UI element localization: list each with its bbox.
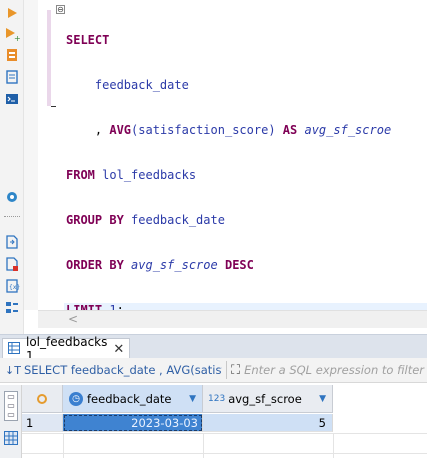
column-name: feedback_date — [87, 391, 172, 406]
editor-toolbar: + {x} — [0, 0, 24, 336]
sql-icon: ↓T — [5, 363, 21, 377]
filter-bar: ↓T SELECT feedback_date , AVG(satisfac ⛶… — [0, 358, 427, 383]
grid-line — [63, 433, 64, 458]
grid-icon — [8, 341, 20, 357]
row-number[interactable]: 1 — [22, 414, 63, 432]
sql-editor[interactable]: SELECT feedback_date , AVG(satisfaction_… — [64, 0, 427, 318]
filter-input[interactable]: Enter a SQL expression to filter results… — [240, 363, 427, 377]
new-script-icon[interactable] — [3, 255, 21, 273]
query-text-button[interactable]: ↓T SELECT feedback_date , AVG(satisfac — [0, 363, 222, 377]
date-type-icon: ◷ — [69, 391, 83, 406]
alias-ref: avg_sf_scroe — [304, 123, 392, 137]
grid-side-panel: ▭ ▭ ▭ — [0, 385, 22, 458]
table-cell-feedback-date[interactable]: 2023-03-03 — [63, 414, 203, 432]
keyword-from: FROM — [66, 168, 95, 182]
row-marker-icon — [37, 393, 47, 404]
execute-icon[interactable] — [3, 4, 21, 22]
keyword-select: SELECT — [66, 33, 110, 47]
text-view-icon[interactable]: ▭ ▭ ▭ — [4, 391, 18, 421]
column-ref: feedback_date — [94, 78, 189, 92]
grid-view-icon[interactable] — [4, 431, 18, 448]
column-header-feedback-date[interactable]: ◷ feedback_date ▼ — [63, 385, 203, 413]
console-icon[interactable] — [3, 90, 21, 108]
grid-line — [333, 433, 334, 458]
editor-horizontal-scrollbar[interactable]: < — [38, 310, 427, 328]
query-text: SELECT feedback_date , AVG(satisfac — [23, 363, 222, 377]
settings-icon[interactable] — [3, 188, 21, 206]
column-header-avg-sf-scroe[interactable]: 123 avg_sf_scroe ▼ — [203, 385, 333, 413]
function-arg: (satisfaction_score) — [131, 123, 276, 137]
results-tab-bar: lol_feedbacks 1 ✕ — [0, 334, 427, 363]
close-icon[interactable]: ✕ — [113, 342, 124, 357]
fold-range-marker — [47, 10, 51, 106]
keyword-order-by: ORDER BY — [66, 258, 124, 272]
export-icon[interactable] — [3, 233, 21, 251]
execute-script-icon[interactable]: + — [3, 25, 21, 43]
tab-results[interactable]: lol_feedbacks 1 ✕ — [2, 335, 130, 363]
svg-text:+: + — [14, 34, 20, 42]
function-avg: AVG — [109, 123, 132, 137]
keyword-as: AS — [282, 123, 298, 137]
divider — [226, 361, 227, 379]
sort-dropdown-icon[interactable]: ▼ — [319, 394, 326, 404]
variables-icon[interactable]: {x} — [3, 277, 21, 295]
numeric-type-badge: 123 — [208, 393, 226, 404]
column-name: avg_sf_scroe — [228, 391, 302, 406]
column-ref: feedback_date — [131, 213, 225, 227]
editor-gutter — [24, 0, 38, 310]
sort-dropdown-icon[interactable]: ▼ — [189, 394, 196, 404]
toolbar-separator — [4, 216, 20, 218]
grid-line — [22, 433, 427, 434]
explain-plan-icon[interactable] — [3, 46, 21, 64]
alias-ref: avg_sf_scroe — [131, 258, 218, 272]
table-ref: lol_feedbacks — [102, 168, 197, 182]
table-cell-avg-sf-scroe[interactable]: 5 — [203, 414, 333, 432]
outline-icon[interactable] — [3, 299, 21, 317]
scroll-left-arrow-icon[interactable]: < — [68, 312, 78, 326]
keyword-desc: DESC — [224, 258, 254, 272]
expand-icon[interactable]: ⛶ — [231, 363, 240, 378]
row-number-header[interactable] — [22, 385, 63, 413]
comma: , — [94, 123, 110, 137]
load-script-icon[interactable] — [3, 68, 21, 86]
svg-text:{x}: {x} — [9, 284, 20, 291]
grid-line — [203, 433, 204, 458]
fold-toggle-icon[interactable]: ⊖ — [56, 5, 65, 14]
grid-line — [22, 453, 427, 454]
current-line-marker — [51, 97, 56, 107]
keyword-group-by: GROUP BY — [66, 213, 124, 227]
results-grid: ◷ feedback_date ▼ 123 avg_sf_scroe ▼ 1 2… — [22, 385, 427, 458]
